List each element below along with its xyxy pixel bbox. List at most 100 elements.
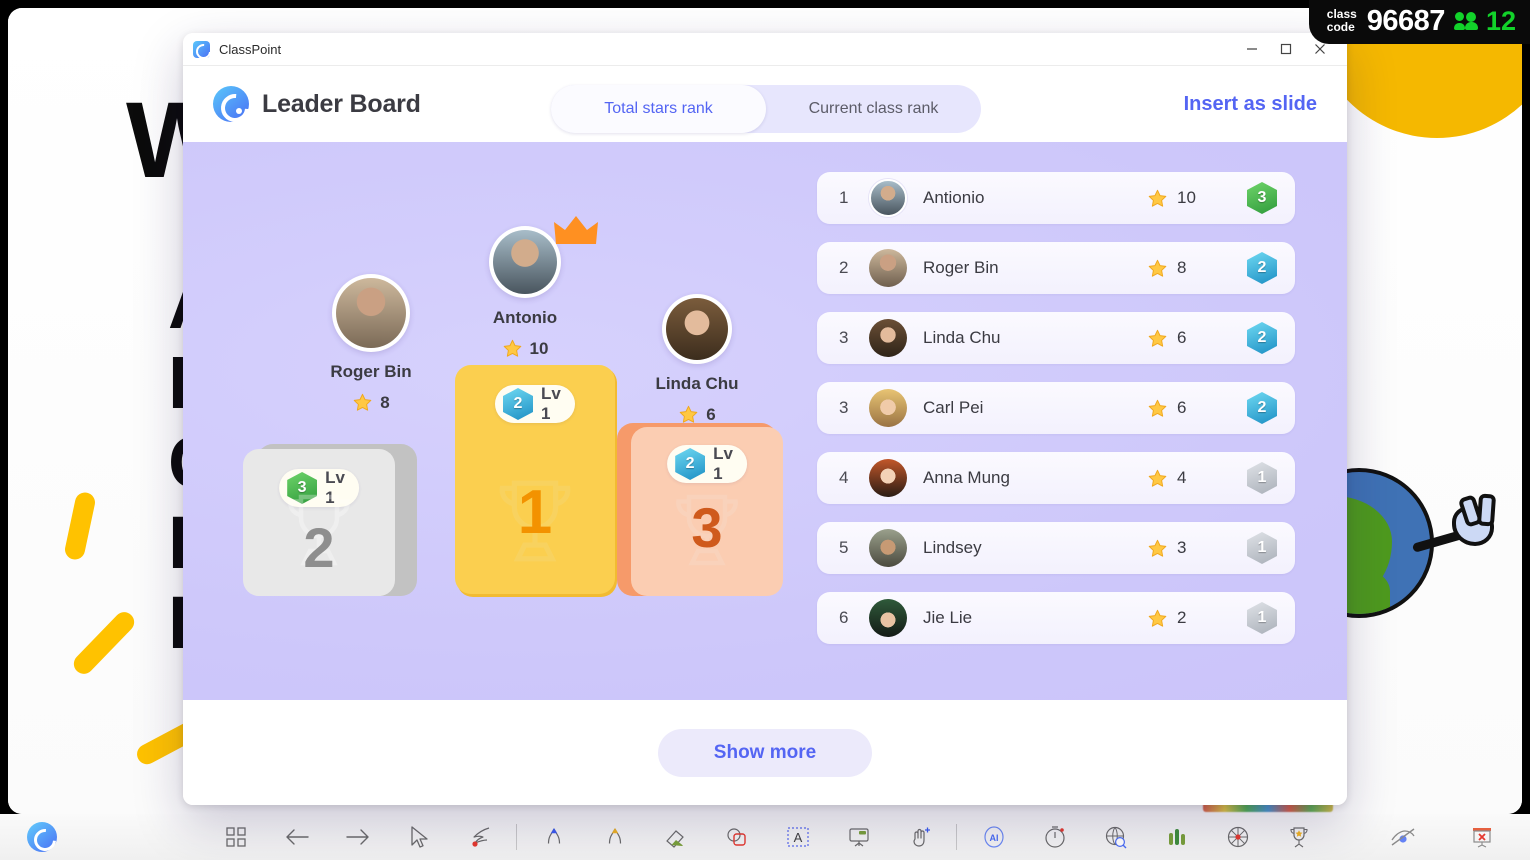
- row-level: 2: [1243, 252, 1277, 284]
- toolbar-tools: A AI: [205, 814, 1329, 860]
- people-icon: [1453, 12, 1481, 30]
- level-hex-icon: 2: [1247, 392, 1277, 424]
- star-icon: [352, 392, 373, 413]
- leaderboard-footer: Show more: [183, 700, 1347, 805]
- classpoint-logo-icon: [213, 86, 249, 122]
- table-row[interactable]: 1 Antionio 10 3: [817, 172, 1295, 224]
- level-hex-number: 2: [1257, 329, 1267, 346]
- toolbar-separator: [516, 824, 517, 850]
- text-box-icon[interactable]: A: [767, 814, 828, 860]
- row-stars-value: 2: [1177, 608, 1187, 627]
- avatar: [662, 294, 732, 364]
- star-icon: [1147, 258, 1168, 279]
- table-row[interactable]: 5 Lindsey 3 1: [817, 522, 1295, 574]
- avatar: [869, 389, 907, 427]
- podium-winner-stars-value: 8: [380, 392, 390, 412]
- table-row[interactable]: 3 Linda Chu 6 2: [817, 312, 1295, 364]
- grid-slides-icon[interactable]: [205, 814, 266, 860]
- level-hex-number: 2: [513, 395, 523, 412]
- timer-icon[interactable]: [1024, 814, 1085, 860]
- podium-rank-number-1: 1: [517, 478, 553, 547]
- crown-icon: [553, 214, 599, 254]
- row-level: 1: [1243, 462, 1277, 494]
- classpoint-toolbar: A AI: [0, 814, 1530, 860]
- screen: W A B C D E clas: [0, 0, 1530, 860]
- level-hex-icon: 1: [1247, 532, 1277, 564]
- whiteboard-icon[interactable]: [828, 814, 889, 860]
- yellow-dash-decor: [63, 490, 97, 562]
- end-show-icon[interactable]: [1451, 814, 1512, 860]
- cursor-pointer-icon[interactable]: [388, 814, 449, 860]
- browser-search-icon[interactable]: [1085, 814, 1146, 860]
- participant-count: 12: [1453, 6, 1516, 37]
- toolbar-right-tools: [1372, 814, 1512, 860]
- tab-current-class-rank[interactable]: Current class rank: [766, 85, 981, 133]
- row-stars-value: 6: [1177, 328, 1187, 347]
- shapes-icon[interactable]: [706, 814, 767, 860]
- arrow-left-icon[interactable]: [266, 814, 327, 860]
- eraser-icon[interactable]: [645, 814, 706, 860]
- trophy-award-icon[interactable]: [1268, 814, 1329, 860]
- table-row[interactable]: 3 Carl Pei 6 2: [817, 382, 1295, 434]
- row-rank: 1: [839, 188, 849, 207]
- row-level: 3: [1243, 182, 1277, 214]
- table-row[interactable]: 4 Anna Mung 4 1: [817, 452, 1295, 504]
- podium-winner-stars: 8: [283, 392, 459, 413]
- podium-level-badge-3: 2 Lv 1: [667, 444, 747, 483]
- avatar: [869, 529, 907, 567]
- podium-level-badge-1: 2 Lv 1: [495, 384, 575, 423]
- classpoint-logo-icon[interactable]: [27, 822, 57, 852]
- drag-hand-icon[interactable]: [889, 814, 950, 860]
- table-row[interactable]: 6 Jie Lie 2 1: [817, 592, 1295, 644]
- toolbar-separator: [956, 824, 957, 850]
- leaderboard-header: Leader Board Total stars rank Current cl…: [183, 66, 1347, 142]
- row-rank: 6: [839, 608, 849, 627]
- tab-total-stars-rank[interactable]: Total stars rank: [551, 85, 766, 133]
- podium-block-2[interactable]: 3 Lv 1 2: [243, 449, 395, 596]
- level-hex-number: 2: [685, 455, 695, 472]
- podium-block-3[interactable]: 2 Lv 1 3: [631, 427, 783, 596]
- podium-rank-number-3: 3: [691, 496, 723, 559]
- podium-rank-number-2: 2: [303, 516, 335, 579]
- star-icon: [678, 404, 699, 425]
- maximize-icon[interactable]: [1269, 35, 1303, 63]
- star-icon: [1147, 468, 1168, 489]
- podium-block-1[interactable]: 2 Lv 1 1: [455, 365, 615, 594]
- star-icon: [1147, 398, 1168, 419]
- avatar: [869, 319, 907, 357]
- row-stars: 2: [1147, 608, 1243, 629]
- row-name: Jie Lie: [923, 608, 973, 627]
- level-hex-number: 3: [1257, 189, 1267, 206]
- row-level: 1: [1243, 532, 1277, 564]
- hide-annotation-icon[interactable]: [1372, 814, 1433, 860]
- row-rank: 4: [839, 468, 849, 487]
- laser-pointer-icon[interactable]: [449, 814, 510, 860]
- insert-as-slide-button[interactable]: Insert as slide: [1184, 93, 1317, 116]
- row-stars: 8: [1147, 258, 1243, 279]
- highlighter-yellow-icon[interactable]: [584, 814, 645, 860]
- row-name: Lindsey: [923, 538, 982, 557]
- avatar: [489, 226, 561, 298]
- minimize-icon[interactable]: [1235, 35, 1269, 63]
- level-hex-number: 1: [1257, 539, 1267, 556]
- row-stars-value: 6: [1177, 398, 1187, 417]
- avatar: [869, 179, 907, 217]
- table-row[interactable]: 2 Roger Bin 8 2: [817, 242, 1295, 294]
- podium-winner-2: Roger Bin 8: [283, 274, 459, 413]
- row-stars-value: 8: [1177, 258, 1187, 277]
- bar-chart-icon[interactable]: [1146, 814, 1207, 860]
- classpoint-window: ClassPoint Leader Board Total stars rank…: [183, 33, 1347, 805]
- podium-winner-stars: 10: [437, 338, 613, 359]
- row-stars-value: 10: [1177, 188, 1196, 207]
- level-hex-icon: 2: [1247, 252, 1277, 284]
- ai-icon[interactable]: AI: [963, 814, 1024, 860]
- podium-level-label: Lv 1: [541, 384, 561, 423]
- window-titlebar: ClassPoint: [183, 33, 1347, 66]
- arrow-right-icon[interactable]: [327, 814, 388, 860]
- pen-blue-icon[interactable]: [523, 814, 584, 860]
- row-stars: 10: [1147, 188, 1243, 209]
- show-more-button[interactable]: Show more: [657, 728, 873, 777]
- level-hex-icon: 1: [1247, 602, 1277, 634]
- spinner-wheel-icon[interactable]: [1207, 814, 1268, 860]
- leaderboard-body: Roger Bin 8 Antonio 10 Linda Chu 6 3 Lv …: [183, 142, 1347, 700]
